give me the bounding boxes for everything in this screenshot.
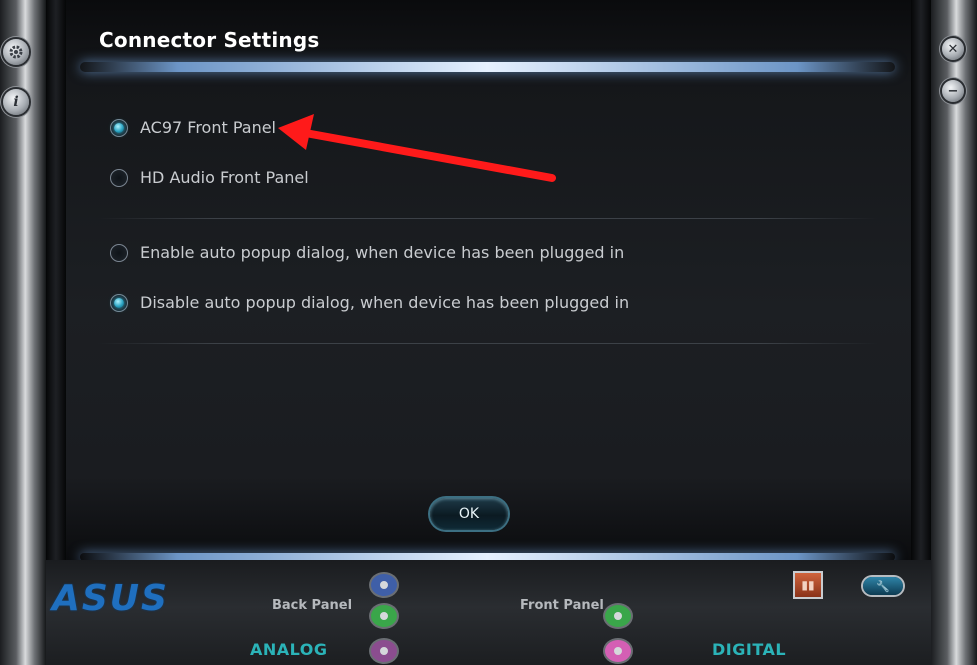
back-panel-jack-green-icon[interactable] — [371, 605, 397, 627]
gear-icon-glyph — [9, 45, 23, 59]
analog-label: ANALOG — [250, 640, 328, 659]
radio-label: Disable auto popup dialog, when device h… — [140, 293, 630, 312]
front-panel-label: Front Panel — [520, 598, 604, 613]
back-panel-label: Back Panel — [272, 598, 353, 613]
page-title: Connector Settings — [99, 28, 320, 52]
annotation-arrow — [278, 114, 556, 182]
info-icon[interactable]: i — [3, 89, 29, 115]
radio-indicator[interactable] — [110, 118, 128, 137]
radio-indicator[interactable] — [110, 168, 128, 187]
front-panel-jack-pink-icon[interactable] — [605, 640, 631, 662]
ok-button[interactable]: OK — [430, 498, 508, 530]
section-divider — [98, 218, 878, 219]
radio-disable-auto-popup[interactable]: Disable auto popup dialog, when device h… — [110, 293, 629, 312]
device-icon[interactable]: ▮▮ — [793, 571, 823, 599]
radio-indicator[interactable] — [110, 243, 128, 262]
minimize-icon[interactable]: − — [942, 80, 964, 102]
radio-enable-auto-popup[interactable]: Enable auto popup dialog, when device ha… — [110, 243, 624, 262]
front-panel-jack-green-icon[interactable] — [605, 605, 631, 627]
radio-label: AC97 Front Panel — [140, 118, 276, 137]
radio-label: Enable auto popup dialog, when device ha… — [140, 243, 625, 262]
digital-label: DIGITAL — [712, 640, 787, 659]
gear-icon[interactable] — [3, 39, 29, 65]
asus-logo: ASUS — [52, 578, 169, 619]
back-panel-jack-blue-icon[interactable] — [371, 574, 397, 596]
radio-indicator[interactable] — [110, 293, 128, 312]
title-divider — [80, 62, 895, 72]
close-icon[interactable]: ✕ — [942, 38, 964, 60]
wrench-icon[interactable]: 🔧 — [863, 577, 903, 595]
section-divider — [98, 343, 878, 344]
radio-ac97-front-panel[interactable]: AC97 Front Panel — [110, 118, 276, 137]
back-panel-jack-purple-icon[interactable] — [371, 640, 397, 662]
connector-settings-panel: Connector Settings AC97 Front Panel HD A… — [66, 0, 911, 561]
